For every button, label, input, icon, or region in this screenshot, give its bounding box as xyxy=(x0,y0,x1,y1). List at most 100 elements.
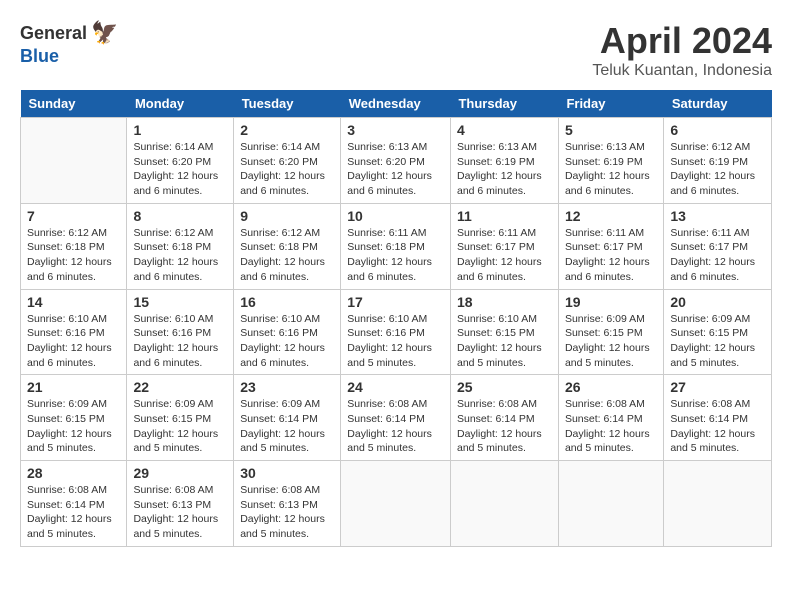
logo-blue-text: Blue xyxy=(20,46,59,67)
day-number: 25 xyxy=(457,379,552,395)
day-header-tuesday: Tuesday xyxy=(234,90,341,118)
day-info: Sunrise: 6:10 AM Sunset: 6:16 PM Dayligh… xyxy=(347,312,444,371)
day-info: Sunrise: 6:12 AM Sunset: 6:19 PM Dayligh… xyxy=(670,140,765,199)
calendar-cell: 25Sunrise: 6:08 AM Sunset: 6:14 PM Dayli… xyxy=(450,375,558,461)
day-number: 20 xyxy=(670,294,765,310)
month-title: April 2024 xyxy=(592,20,772,62)
day-number: 24 xyxy=(347,379,444,395)
day-info: Sunrise: 6:08 AM Sunset: 6:13 PM Dayligh… xyxy=(240,483,334,542)
day-number: 27 xyxy=(670,379,765,395)
calendar-cell: 10 Sunrise: 6:11 AM Sunset: 6:18 PM Dayli… xyxy=(341,203,451,289)
day-number: 5 xyxy=(565,122,657,138)
calendar-cell: 27 Sunrise: 6:08 AM Sunset: 6:14 PM Dayli… xyxy=(664,375,772,461)
calendar-cell: 3Sunrise: 6:13 AM Sunset: 6:20 PM Daylig… xyxy=(341,118,451,204)
day-info: Sunrise: 6:11 AM Sunset: 6:18 PM Dayligh… xyxy=(347,226,444,285)
day-info: Sunrise: 6:11 AM Sunset: 6:17 PM Dayligh… xyxy=(565,226,657,285)
day-info: Sunrise: 6:08 AM Sunset: 6:14 PM Dayligh… xyxy=(670,397,765,456)
day-info: Sunrise: 6:09 AM Sunset: 6:15 PM Dayligh… xyxy=(133,397,227,456)
day-header-monday: Monday xyxy=(127,90,234,118)
calendar-cell xyxy=(21,118,127,204)
day-header-wednesday: Wednesday xyxy=(341,90,451,118)
day-header-sunday: Sunday xyxy=(21,90,127,118)
day-number: 28 xyxy=(27,465,120,481)
day-info: Sunrise: 6:09 AM Sunset: 6:15 PM Dayligh… xyxy=(27,397,120,456)
day-header-saturday: Saturday xyxy=(664,90,772,118)
day-header-row: SundayMondayTuesdayWednesdayThursdayFrid… xyxy=(21,90,772,118)
calendar-cell: 11Sunrise: 6:11 AM Sunset: 6:17 PM Dayli… xyxy=(450,203,558,289)
day-info: Sunrise: 6:11 AM Sunset: 6:17 PM Dayligh… xyxy=(457,226,552,285)
day-info: Sunrise: 6:12 AM Sunset: 6:18 PM Dayligh… xyxy=(240,226,334,285)
calendar-cell: 29Sunrise: 6:08 AM Sunset: 6:13 PM Dayli… xyxy=(127,461,234,547)
day-info: Sunrise: 6:08 AM Sunset: 6:13 PM Dayligh… xyxy=(133,483,227,542)
day-info: Sunrise: 6:08 AM Sunset: 6:14 PM Dayligh… xyxy=(565,397,657,456)
day-info: Sunrise: 6:11 AM Sunset: 6:17 PM Dayligh… xyxy=(670,226,765,285)
calendar-cell: 16 Sunrise: 6:10 AM Sunset: 6:16 PM Dayli… xyxy=(234,289,341,375)
logo: General 🦅 Blue xyxy=(20,20,118,67)
calendar-cell: 30Sunrise: 6:08 AM Sunset: 6:13 PM Dayli… xyxy=(234,461,341,547)
calendar-cell: 14 Sunrise: 6:10 AM Sunset: 6:16 PM Dayli… xyxy=(21,289,127,375)
day-number: 26 xyxy=(565,379,657,395)
calendar-cell: 17 Sunrise: 6:10 AM Sunset: 6:16 PM Dayli… xyxy=(341,289,451,375)
calendar-week-3: 14 Sunrise: 6:10 AM Sunset: 6:16 PM Dayli… xyxy=(21,289,772,375)
day-info: Sunrise: 6:12 AM Sunset: 6:18 PM Dayligh… xyxy=(133,226,227,285)
day-info: Sunrise: 6:10 AM Sunset: 6:16 PM Dayligh… xyxy=(133,312,227,371)
day-number: 14 xyxy=(27,294,120,310)
day-info: Sunrise: 6:12 AM Sunset: 6:18 PM Dayligh… xyxy=(27,226,120,285)
day-number: 2 xyxy=(240,122,334,138)
calendar-cell: 12 Sunrise: 6:11 AM Sunset: 6:17 PM Dayli… xyxy=(558,203,663,289)
day-number: 21 xyxy=(27,379,120,395)
calendar-cell xyxy=(664,461,772,547)
calendar-cell: 2 Sunrise: 6:14 AM Sunset: 6:20 PM Daylig… xyxy=(234,118,341,204)
logo-bird-icon: 🦅 xyxy=(91,20,118,46)
calendar-cell: 7 Sunrise: 6:12 AM Sunset: 6:18 PM Daylig… xyxy=(21,203,127,289)
day-info: Sunrise: 6:10 AM Sunset: 6:16 PM Dayligh… xyxy=(27,312,120,371)
day-number: 18 xyxy=(457,294,552,310)
day-info: Sunrise: 6:08 AM Sunset: 6:14 PM Dayligh… xyxy=(27,483,120,542)
day-info: Sunrise: 6:10 AM Sunset: 6:15 PM Dayligh… xyxy=(457,312,552,371)
calendar-week-1: 1 Sunrise: 6:14 AM Sunset: 6:20 PM Daylig… xyxy=(21,118,772,204)
day-number: 23 xyxy=(240,379,334,395)
calendar-week-4: 21 Sunrise: 6:09 AM Sunset: 6:15 PM Dayli… xyxy=(21,375,772,461)
day-info: Sunrise: 6:09 AM Sunset: 6:15 PM Dayligh… xyxy=(565,312,657,371)
calendar-cell: 28 Sunrise: 6:08 AM Sunset: 6:14 PM Dayli… xyxy=(21,461,127,547)
calendar-cell: 9 Sunrise: 6:12 AM Sunset: 6:18 PM Daylig… xyxy=(234,203,341,289)
day-number: 8 xyxy=(133,208,227,224)
calendar-cell: 24Sunrise: 6:08 AM Sunset: 6:14 PM Dayli… xyxy=(341,375,451,461)
day-info: Sunrise: 6:14 AM Sunset: 6:20 PM Dayligh… xyxy=(133,140,227,199)
calendar-cell: 15Sunrise: 6:10 AM Sunset: 6:16 PM Dayli… xyxy=(127,289,234,375)
calendar-cell: 5 Sunrise: 6:13 AM Sunset: 6:19 PM Daylig… xyxy=(558,118,663,204)
logo-general-text: General xyxy=(20,23,87,44)
calendar-cell: 8 Sunrise: 6:12 AM Sunset: 6:18 PM Daylig… xyxy=(127,203,234,289)
day-info: Sunrise: 6:09 AM Sunset: 6:14 PM Dayligh… xyxy=(240,397,334,456)
calendar-cell: 18 Sunrise: 6:10 AM Sunset: 6:15 PM Dayli… xyxy=(450,289,558,375)
day-number: 10 xyxy=(347,208,444,224)
day-number: 13 xyxy=(670,208,765,224)
calendar-cell: 13 Sunrise: 6:11 AM Sunset: 6:17 PM Dayli… xyxy=(664,203,772,289)
day-info: Sunrise: 6:13 AM Sunset: 6:19 PM Dayligh… xyxy=(457,140,552,199)
day-info: Sunrise: 6:14 AM Sunset: 6:20 PM Dayligh… xyxy=(240,140,334,199)
page-header: General 🦅 Blue April 2024 Teluk Kuantan,… xyxy=(20,20,772,80)
day-info: Sunrise: 6:13 AM Sunset: 6:19 PM Dayligh… xyxy=(565,140,657,199)
calendar-cell: 26 Sunrise: 6:08 AM Sunset: 6:14 PM Dayli… xyxy=(558,375,663,461)
calendar-cell: 6 Sunrise: 6:12 AM Sunset: 6:19 PM Daylig… xyxy=(664,118,772,204)
day-number: 9 xyxy=(240,208,334,224)
day-number: 12 xyxy=(565,208,657,224)
day-number: 22 xyxy=(133,379,227,395)
day-number: 19 xyxy=(565,294,657,310)
calendar-cell xyxy=(558,461,663,547)
day-info: Sunrise: 6:09 AM Sunset: 6:15 PM Dayligh… xyxy=(670,312,765,371)
title-section: April 2024 Teluk Kuantan, Indonesia xyxy=(592,20,772,80)
calendar-cell: 21 Sunrise: 6:09 AM Sunset: 6:15 PM Dayli… xyxy=(21,375,127,461)
day-number: 17 xyxy=(347,294,444,310)
day-number: 1 xyxy=(133,122,227,138)
calendar-cell: 1 Sunrise: 6:14 AM Sunset: 6:20 PM Daylig… xyxy=(127,118,234,204)
day-number: 16 xyxy=(240,294,334,310)
day-number: 6 xyxy=(670,122,765,138)
day-number: 4 xyxy=(457,122,552,138)
day-info: Sunrise: 6:10 AM Sunset: 6:16 PM Dayligh… xyxy=(240,312,334,371)
day-header-friday: Friday xyxy=(558,90,663,118)
calendar-cell: 4 Sunrise: 6:13 AM Sunset: 6:19 PM Daylig… xyxy=(450,118,558,204)
calendar-cell: 20 Sunrise: 6:09 AM Sunset: 6:15 PM Dayli… xyxy=(664,289,772,375)
day-number: 7 xyxy=(27,208,120,224)
calendar-cell: 23 Sunrise: 6:09 AM Sunset: 6:14 PM Dayli… xyxy=(234,375,341,461)
